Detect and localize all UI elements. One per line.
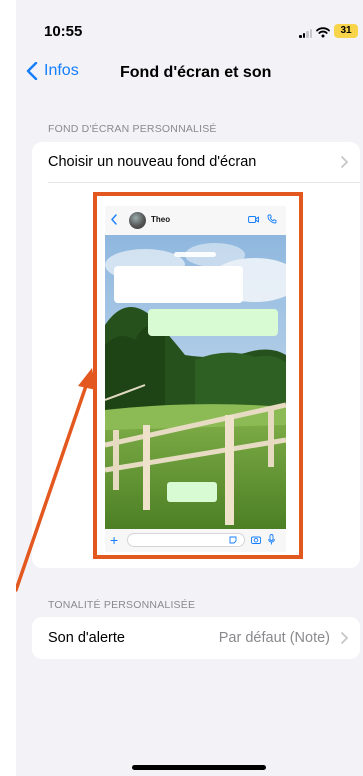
choose-wallpaper-label: Choisir un nouveau fond d'écran — [48, 154, 257, 170]
camera-icon — [251, 536, 261, 544]
page-title: Fond d'écran et son — [120, 64, 272, 81]
annotation-arrow — [16, 368, 96, 592]
alert-sound-row[interactable]: Son d'alerte Par défaut (Note) — [32, 618, 360, 658]
chevron-left-icon — [111, 214, 117, 225]
incoming-message-bubble — [114, 266, 243, 303]
status-bar: 10:55 31 — [16, 0, 363, 50]
signal-icon — [299, 29, 313, 38]
sticker-icon — [229, 536, 237, 544]
preview-chat-header: Theo — [105, 206, 286, 235]
choose-wallpaper-row[interactable]: Choisir un nouveau fond d'écran — [32, 142, 360, 182]
wallpaper-section-header: FOND D'ÉCRAN PERSONNALISÉ — [48, 123, 217, 135]
preview-contact-name: Theo — [151, 215, 171, 224]
outgoing-message-bubble — [167, 482, 217, 502]
nav-bar: Infos Fond d'écran et son — [16, 56, 363, 92]
settings-screen: 10:55 31 Infos Fond d'écran et son FOND … — [16, 0, 363, 776]
home-indicator[interactable] — [132, 765, 266, 770]
outgoing-message-bubble — [148, 309, 278, 336]
chevron-right-icon — [341, 632, 348, 644]
tone-card: Son d'alerte Par défaut (Note) — [32, 617, 360, 659]
video-call-icon — [248, 216, 259, 223]
microphone-icon — [268, 534, 275, 545]
chevron-right-icon — [341, 156, 348, 168]
alert-sound-label: Son d'alerte — [48, 630, 125, 646]
status-time: 10:55 — [44, 23, 83, 40]
back-label: Infos — [44, 62, 79, 79]
chevron-left-icon — [26, 62, 38, 80]
alert-sound-value: Par défaut (Note) — [218, 630, 330, 646]
wifi-icon — [316, 27, 330, 38]
date-pill — [174, 252, 216, 257]
avatar — [129, 212, 146, 229]
row-divider — [48, 182, 360, 183]
tone-section-header: TONALITÉ PERSONNALISÉE — [48, 599, 196, 611]
phone-icon — [267, 214, 277, 224]
preview-message-input — [127, 533, 245, 547]
back-button[interactable]: Infos — [26, 62, 79, 80]
battery-icon: 31 — [334, 24, 358, 38]
